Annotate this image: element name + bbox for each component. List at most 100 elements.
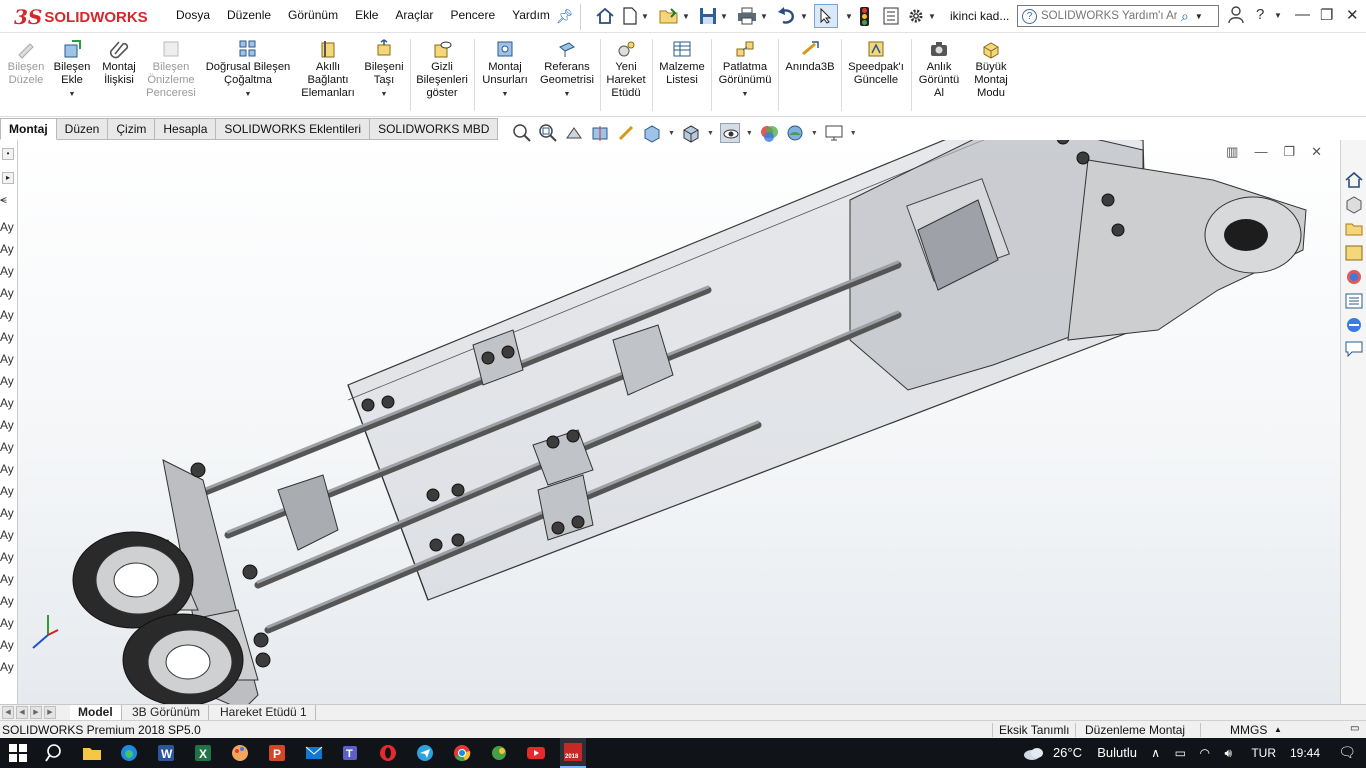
large-assembly-mode-button[interactable]: Büyük Montaj Modu: [966, 39, 1016, 100]
chevron-down-icon[interactable]: ▼: [69, 88, 76, 101]
view-settings-monitor-icon[interactable]: [824, 123, 844, 143]
tree-item[interactable]: Ay: [0, 242, 14, 256]
edit-appearance-icon[interactable]: [759, 123, 779, 143]
zoom-to-fit-icon[interactable]: [512, 123, 532, 143]
excel-icon[interactable]: X: [193, 743, 213, 763]
telegram-icon[interactable]: [415, 743, 435, 763]
show-hidden-components-button[interactable]: Gizli Bileşenleri göster: [413, 39, 471, 100]
help-search-input[interactable]: [1041, 10, 1177, 22]
menu-gorunum[interactable]: Görünüm: [288, 8, 338, 22]
input-language[interactable]: TUR: [1251, 746, 1276, 760]
windows-start-icon[interactable]: [8, 743, 28, 763]
view-orientation-icon[interactable]: [642, 123, 662, 143]
search-dropdown-icon[interactable]: ▼: [1195, 12, 1203, 21]
solidworks-taskbar-button[interactable]: 2018: [560, 738, 586, 768]
notifications-icon[interactable]: 🗨︎: [1338, 744, 1356, 761]
print-icon[interactable]: ▼: [737, 5, 768, 27]
menu-duzenle[interactable]: Düzenle: [227, 8, 271, 22]
chevron-down-icon[interactable]: ▼: [850, 130, 857, 137]
linear-pattern-button[interactable]: Doğrusal Bileşen Çoğaltma ▼: [202, 39, 294, 101]
update-speedpak-button[interactable]: Speedpak'ı Güncelle: [844, 39, 908, 87]
split-view-icon[interactable]: ▥: [1226, 144, 1238, 160]
expand-arrow-icon[interactable]: ▸: [2, 172, 14, 184]
tree-item[interactable]: Ay: [0, 484, 14, 498]
new-document-icon[interactable]: ▼: [622, 5, 649, 27]
paint-app-icon[interactable]: [230, 743, 250, 763]
undo-icon[interactable]: ▼: [777, 5, 808, 27]
solidworks-forum-icon[interactable]: [1344, 315, 1364, 335]
help-dropdown-icon[interactable]: ▼: [1274, 11, 1282, 20]
menu-yardim[interactable]: Yardım: [512, 8, 550, 22]
take-snapshot-button[interactable]: Anlık Görüntü Al: [914, 39, 964, 100]
tree-item[interactable]: Ay: [0, 330, 14, 344]
taskbar-search-icon[interactable]: [45, 743, 65, 763]
solidworks-logo[interactable]: 3S SOLIDWORKS: [14, 5, 148, 29]
home-icon[interactable]: [595, 5, 615, 27]
chevron-down-icon[interactable]: ▼: [742, 88, 749, 101]
tree-item[interactable]: Ay: [0, 638, 14, 652]
wifi-icon[interactable]: ◠: [1200, 746, 1210, 760]
appearances-icon[interactable]: [1344, 267, 1364, 287]
display-style-icon[interactable]: [681, 123, 701, 143]
assembly-features-button[interactable]: Montaj Unsurları ▼: [478, 39, 532, 101]
menu-pencere[interactable]: Pencere: [450, 8, 495, 22]
photos-app-icon[interactable]: [489, 743, 509, 763]
powerpoint-icon[interactable]: P: [267, 743, 287, 763]
chevron-down-icon[interactable]: ▼: [245, 88, 252, 101]
open-folder-icon[interactable]: ▼: [659, 5, 690, 27]
tree-item[interactable]: Ay: [0, 286, 14, 300]
section-view-icon[interactable]: [590, 123, 610, 143]
file-explorer-icon[interactable]: [1344, 219, 1364, 239]
tab-solidworks-mbd[interactable]: SOLIDWORKS MBD: [370, 118, 499, 140]
last-tab-arrow-icon[interactable]: ▶: [44, 706, 56, 719]
tree-item[interactable]: Ay: [0, 440, 14, 454]
design-library-icon[interactable]: [1344, 194, 1364, 214]
tree-item[interactable]: Ay: [0, 352, 14, 366]
new-motion-study-button[interactable]: Yeni Hareket Etüdü: [603, 39, 649, 100]
custom-properties-icon[interactable]: [1344, 291, 1364, 311]
restore-icon[interactable]: ❐: [1320, 6, 1333, 24]
edit-component-button[interactable]: Bileşen Düzele: [6, 39, 46, 87]
exploded-view-button[interactable]: Patlatma Görünümü ▼: [714, 39, 776, 101]
bill-of-materials-button[interactable]: Malzeme Listesi: [655, 39, 709, 87]
help-icon[interactable]: ?: [1256, 6, 1264, 23]
smart-fasteners-button[interactable]: Akıllı Bağlantı Elemanları: [297, 39, 359, 100]
tree-item[interactable]: Ay: [0, 418, 14, 432]
battery-icon[interactable]: ▭: [1175, 746, 1186, 760]
tree-item[interactable]: Ay: [0, 616, 14, 630]
previous-view-icon[interactable]: [564, 123, 584, 143]
tab-duzen[interactable]: Düzen: [56, 118, 109, 140]
tray-chevron-up-icon[interactable]: ∧: [1151, 746, 1160, 760]
rebuild-traffic-light-icon[interactable]: [860, 7, 869, 26]
tab-cizim[interactable]: Çizim: [108, 118, 156, 140]
first-tab-arrow-icon[interactable]: ◀: [2, 706, 14, 719]
volume-icon[interactable]: 🔊︎: [1224, 746, 1232, 761]
apply-scene-icon[interactable]: [785, 123, 805, 143]
instant3d-button[interactable]: Anında3B: [782, 39, 838, 74]
weather-temperature[interactable]: 26°C: [1053, 745, 1082, 760]
units-dropdown-icon[interactable]: ▲: [1274, 725, 1282, 734]
view-palette-icon[interactable]: [1344, 243, 1364, 263]
chevron-down-icon[interactable]: ▼: [707, 130, 714, 137]
tree-item[interactable]: Ay: [0, 660, 14, 674]
dynamic-annotation-icon[interactable]: [616, 123, 636, 143]
mate-button[interactable]: Montaj İlişkisi: [97, 39, 141, 87]
status-info-icon[interactable]: ▭: [1350, 723, 1359, 734]
tab-hesapla[interactable]: Hesapla: [155, 118, 217, 140]
minimize-icon[interactable]: —: [1295, 6, 1310, 23]
tree-item[interactable]: Ay: [0, 374, 14, 388]
tree-item[interactable]: Ay: [0, 550, 14, 564]
move-component-button[interactable]: Bileşeni Taşı ▼: [361, 39, 407, 101]
chevron-down-icon[interactable]: ▼: [564, 88, 571, 101]
zoom-to-area-icon[interactable]: [538, 123, 558, 143]
chevron-down-icon[interactable]: ▼: [811, 130, 818, 137]
select-pointer-icon[interactable]: [814, 4, 838, 28]
save-icon[interactable]: ▼: [699, 5, 728, 27]
youtube-icon[interactable]: [526, 743, 546, 763]
tree-item[interactable]: Ay: [0, 462, 14, 476]
tab-solidworks-eklentileri[interactable]: SOLIDWORKS Eklentileri: [216, 118, 371, 140]
teams-icon[interactable]: T: [341, 743, 361, 763]
file-properties-icon[interactable]: [883, 5, 899, 27]
user-account-name[interactable]: ikinci kad...: [950, 9, 1009, 23]
viewport-close-icon[interactable]: ✕: [1311, 144, 1322, 160]
